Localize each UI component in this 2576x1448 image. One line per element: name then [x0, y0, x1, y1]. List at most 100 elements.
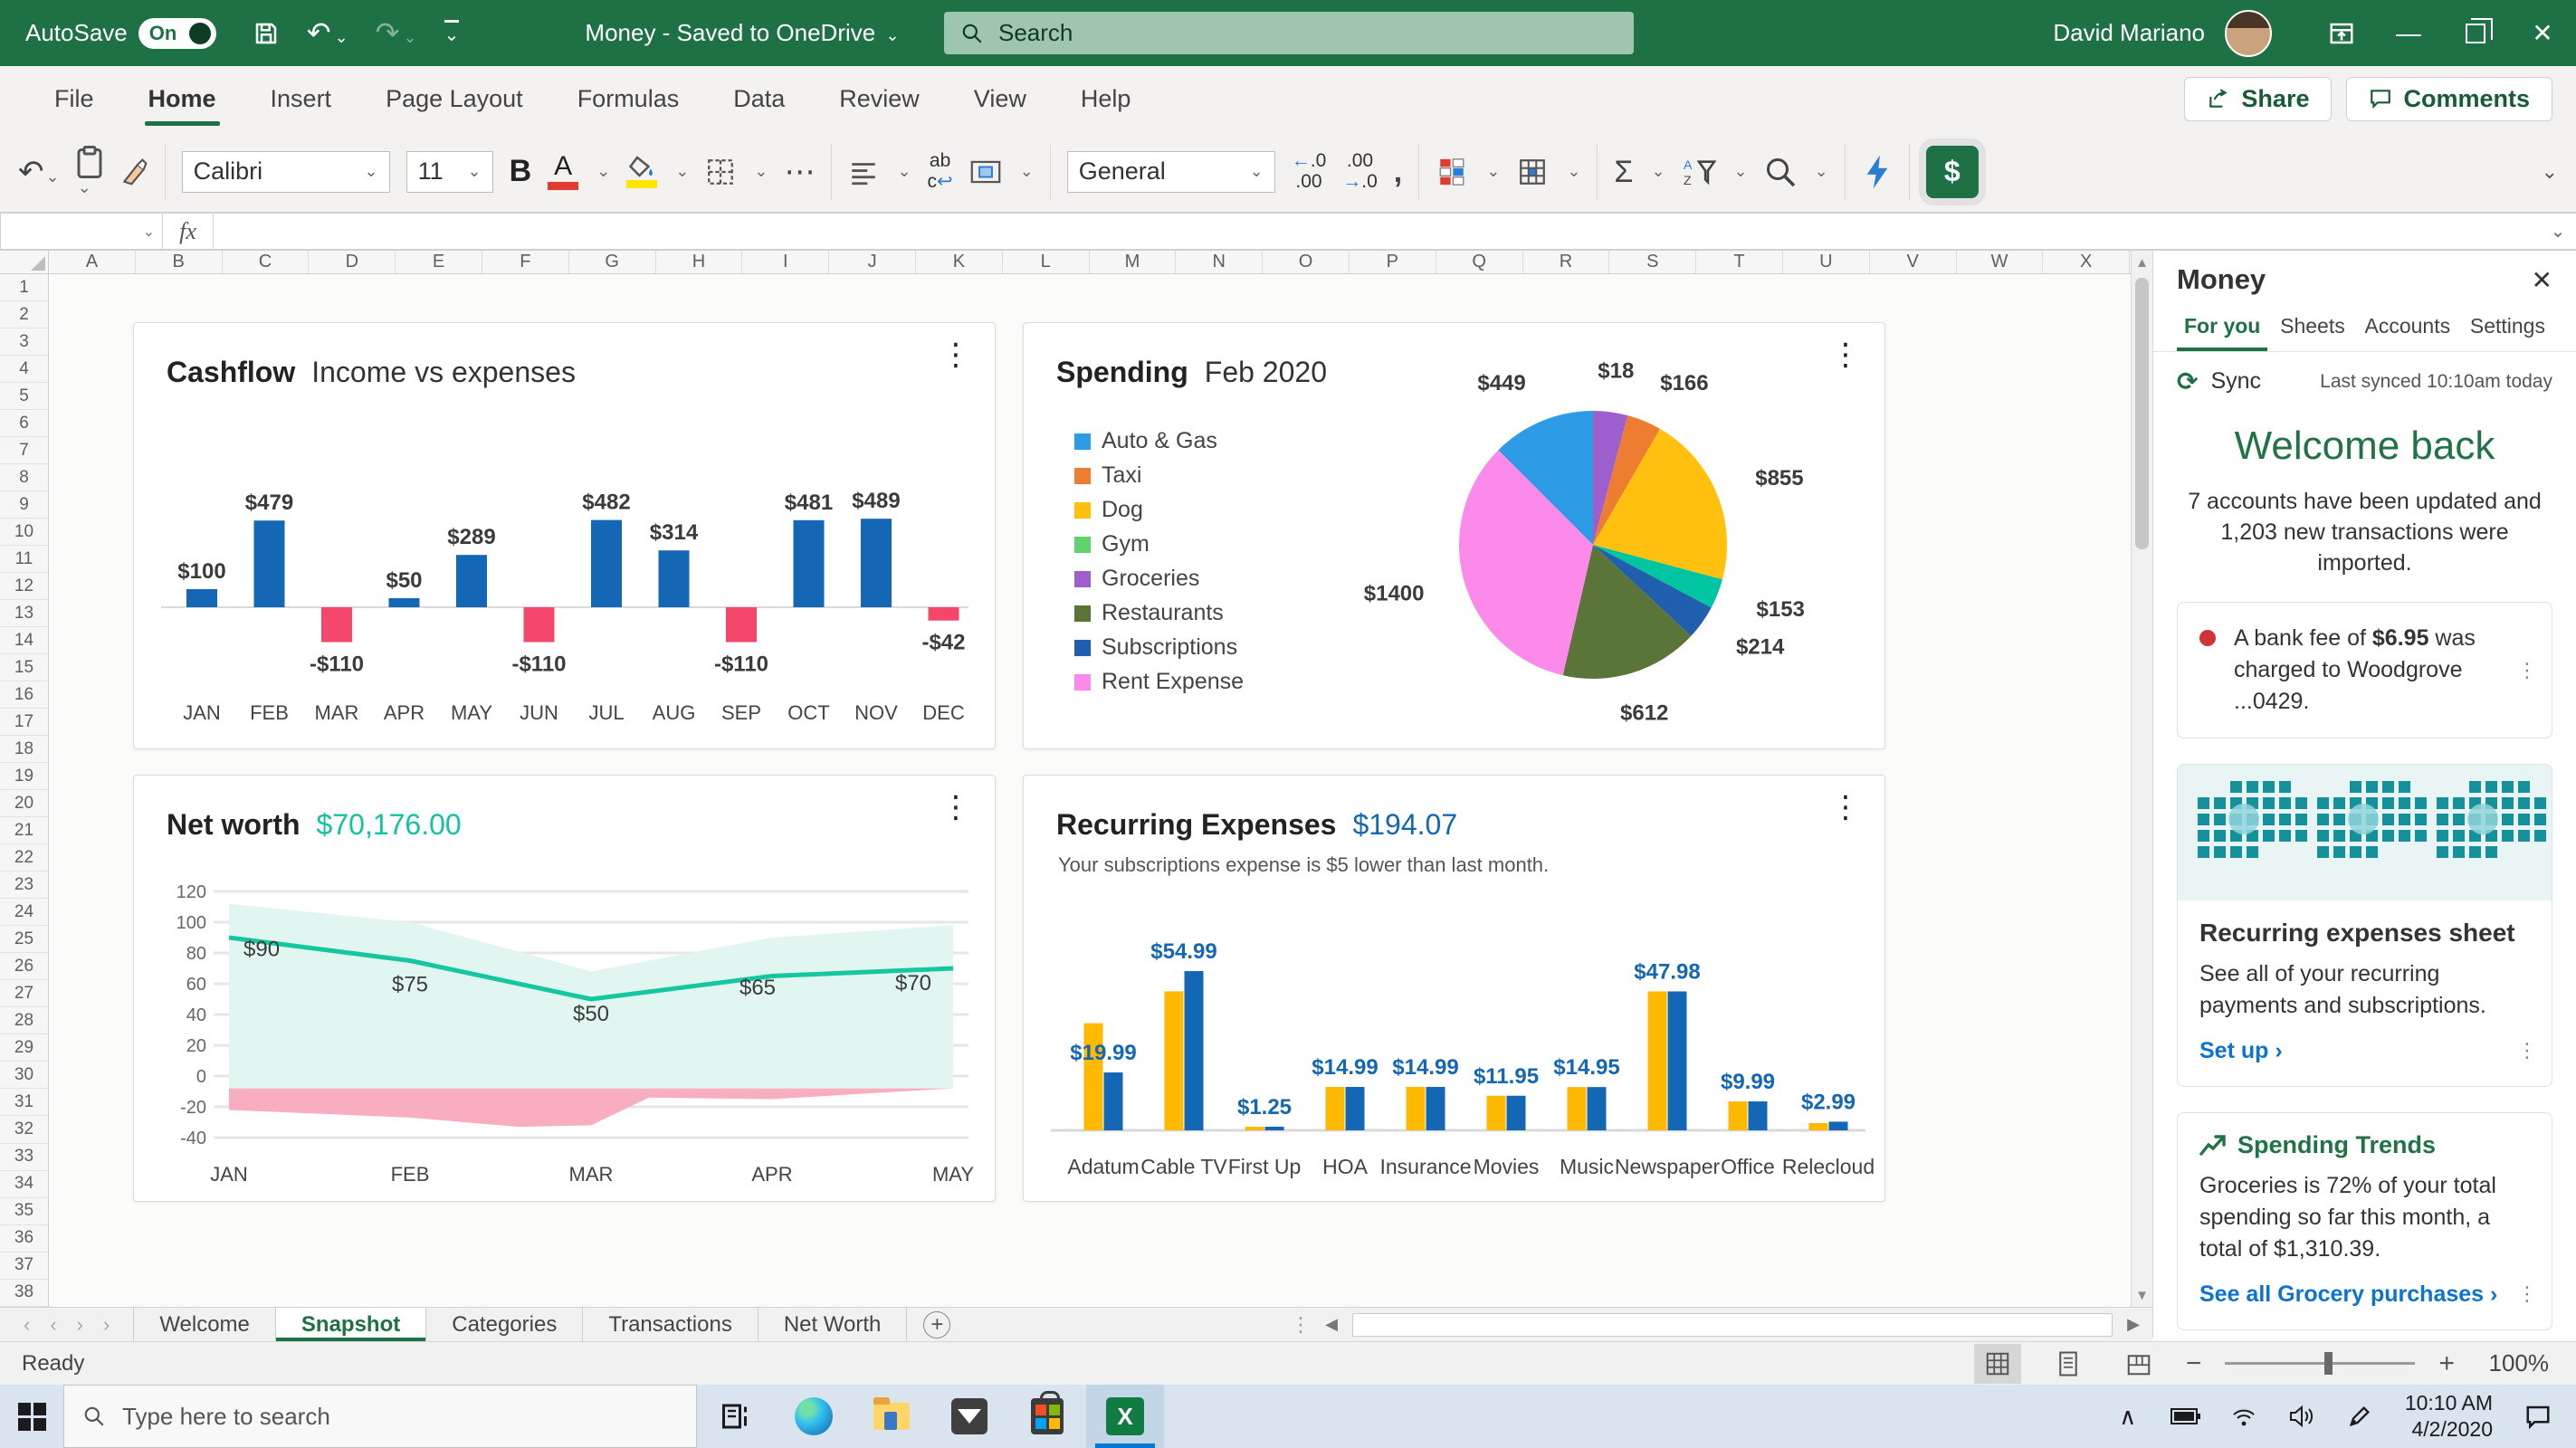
analyze-data-button[interactable]: [1862, 154, 1893, 190]
taskbar-clock[interactable]: 10:10 AM 4/2/2020: [2392, 1390, 2505, 1443]
excel-taskbar-button[interactable]: X: [1086, 1385, 1164, 1448]
cashflow-chart-card[interactable]: Cashflow Income vs expenses ⋮ $100 JAN $479…: [133, 322, 996, 749]
row-header-33[interactable]: 33: [0, 1144, 48, 1171]
name-box[interactable]: ⌄: [0, 213, 163, 250]
expand-formula-bar-button[interactable]: ⌄: [2540, 213, 2576, 250]
row-header-9[interactable]: 9: [0, 491, 48, 519]
first-sheet-button[interactable]: ‹: [24, 1313, 30, 1337]
borders-button[interactable]: [705, 157, 736, 187]
pen-button[interactable]: [2334, 1385, 2385, 1448]
column-header-V[interactable]: V: [1870, 251, 1957, 273]
volume-button[interactable]: [2276, 1385, 2327, 1448]
row-header-34[interactable]: 34: [0, 1171, 48, 1198]
sheet-tab-welcome[interactable]: Welcome: [133, 1308, 276, 1341]
spending-trends-card[interactable]: Spending Trends Groceries is 72% of your…: [2177, 1112, 2552, 1331]
row-header-20[interactable]: 20: [0, 790, 48, 818]
recurring-chart-card[interactable]: Recurring Expenses $194.07 Your subscript…: [1023, 775, 1885, 1202]
store-button[interactable]: [1008, 1385, 1086, 1448]
row-header-24[interactable]: 24: [0, 899, 48, 927]
minimize-button[interactable]: —: [2375, 0, 2442, 66]
bank-fee-alert-card[interactable]: A bank fee of $6.95 was charged to Woodg…: [2177, 602, 2552, 739]
format-painter-button[interactable]: [119, 157, 148, 186]
zoom-out-button[interactable]: −: [2186, 1348, 2202, 1379]
pane-tab-accounts[interactable]: Accounts: [2361, 303, 2454, 351]
font-color-button[interactable]: A: [548, 153, 579, 190]
kebab-menu-icon[interactable]: ⋮: [1291, 1313, 1311, 1337]
column-header-A[interactable]: A: [49, 251, 136, 273]
pane-tab-sheets[interactable]: Sheets: [2276, 303, 2349, 351]
money-in-excel-button[interactable]: $: [1925, 145, 1979, 198]
row-header-29[interactable]: 29: [0, 1034, 48, 1062]
scroll-right-icon[interactable]: ▶: [2122, 1315, 2145, 1334]
row-header-7[interactable]: 7: [0, 437, 48, 465]
page-break-view-button[interactable]: [2115, 1344, 2162, 1384]
close-pane-button[interactable]: ✕: [2532, 265, 2552, 295]
sort-filter-button[interactable]: AZ: [1682, 157, 1716, 187]
undo-group-button[interactable]: ↶ ⌄: [18, 157, 60, 187]
column-header-M[interactable]: M: [1090, 251, 1177, 273]
column-header-K[interactable]: K: [916, 251, 1003, 273]
column-header-X[interactable]: X: [2043, 251, 2131, 273]
zoom-level[interactable]: 100%: [2478, 1349, 2550, 1377]
ribbon-tab-insert[interactable]: Insert: [243, 66, 359, 131]
prev-sheet-button[interactable]: ‹: [50, 1313, 56, 1337]
wrap-text-button[interactable]: ab c↩: [928, 151, 953, 191]
ribbon-tab-help[interactable]: Help: [1054, 66, 1159, 131]
ribbon-tab-view[interactable]: View: [947, 66, 1054, 131]
column-header-S[interactable]: S: [1609, 251, 1697, 273]
paste-button[interactable]: ⌄: [76, 146, 103, 197]
row-header-12[interactable]: 12: [0, 573, 48, 601]
row-header-25[interactable]: 25: [0, 926, 48, 954]
grocery-link[interactable]: See all Grocery purchases ›: [2199, 1281, 2530, 1308]
number-format-combo[interactable]: General ⌄: [1066, 150, 1275, 193]
row-header-14[interactable]: 14: [0, 627, 48, 655]
last-sheet-button[interactable]: ›: [103, 1313, 110, 1337]
column-header-J[interactable]: J: [829, 251, 916, 273]
document-title[interactable]: Money - Saved to OneDrive ⌄: [561, 19, 923, 47]
row-header-18[interactable]: 18: [0, 736, 48, 764]
more-options-button[interactable]: ⋯: [784, 157, 815, 187]
column-header-N[interactable]: N: [1176, 251, 1264, 273]
row-header-23[interactable]: 23: [0, 872, 48, 900]
column-header-L[interactable]: L: [1003, 251, 1090, 273]
save-button[interactable]: [253, 20, 280, 47]
select-all-corner[interactable]: [0, 251, 49, 274]
ribbon-tab-formulas[interactable]: Formulas: [550, 66, 707, 131]
row-header-28[interactable]: 28: [0, 1007, 48, 1035]
search-box[interactable]: Search: [944, 12, 1634, 54]
row-header-15[interactable]: 15: [0, 654, 48, 682]
column-header-B[interactable]: B: [136, 251, 223, 273]
pane-tab-for-you[interactable]: For you: [2176, 303, 2268, 351]
page-layout-view-button[interactable]: [2045, 1344, 2092, 1384]
row-header-32[interactable]: 32: [0, 1116, 48, 1144]
pane-tab-settings[interactable]: Settings: [2466, 303, 2549, 351]
row-header-16[interactable]: 16: [0, 681, 48, 710]
sheet-tab-net-worth[interactable]: Net Worth: [758, 1308, 908, 1341]
spending-chart-card[interactable]: Spending Feb 2020 ⋮ Auto & Gas Taxi Dog Gym G…: [1023, 322, 1885, 749]
setup-link[interactable]: Set up ›: [2199, 1038, 2530, 1064]
sync-button[interactable]: Sync: [2210, 368, 2261, 395]
row-header-4[interactable]: 4: [0, 356, 48, 384]
scrollbar-thumb[interactable]: [2135, 278, 2149, 549]
formula-input[interactable]: [214, 213, 2540, 250]
row-header-8[interactable]: 8: [0, 464, 48, 492]
task-view-button[interactable]: [697, 1385, 775, 1448]
row-header-17[interactable]: 17: [0, 709, 48, 737]
undo-button[interactable]: ↶ ⌄: [307, 18, 348, 49]
redo-button[interactable]: ↷ ⌄: [376, 18, 417, 49]
recurring-sheet-card[interactable]: Recurring expenses sheet See all of your…: [2177, 764, 2552, 1088]
column-header-U[interactable]: U: [1783, 251, 1870, 273]
decrease-decimal-button[interactable]: ←.0.00: [1292, 151, 1327, 191]
share-button[interactable]: Share: [2184, 76, 2333, 121]
column-header-R[interactable]: R: [1523, 251, 1610, 273]
row-header-37[interactable]: 37: [0, 1253, 48, 1280]
start-button[interactable]: [0, 1385, 63, 1448]
battery-button[interactable]: [2161, 1385, 2211, 1448]
row-header-11[interactable]: 11: [0, 546, 48, 574]
bold-button[interactable]: B: [510, 154, 532, 189]
zoom-slider[interactable]: [2225, 1352, 2416, 1375]
file-explorer-button[interactable]: [853, 1385, 930, 1448]
zoom-in-button[interactable]: +: [2438, 1348, 2455, 1379]
format-as-table-button[interactable]: [1516, 157, 1549, 187]
ribbon-display-options-button[interactable]: [2308, 0, 2375, 66]
